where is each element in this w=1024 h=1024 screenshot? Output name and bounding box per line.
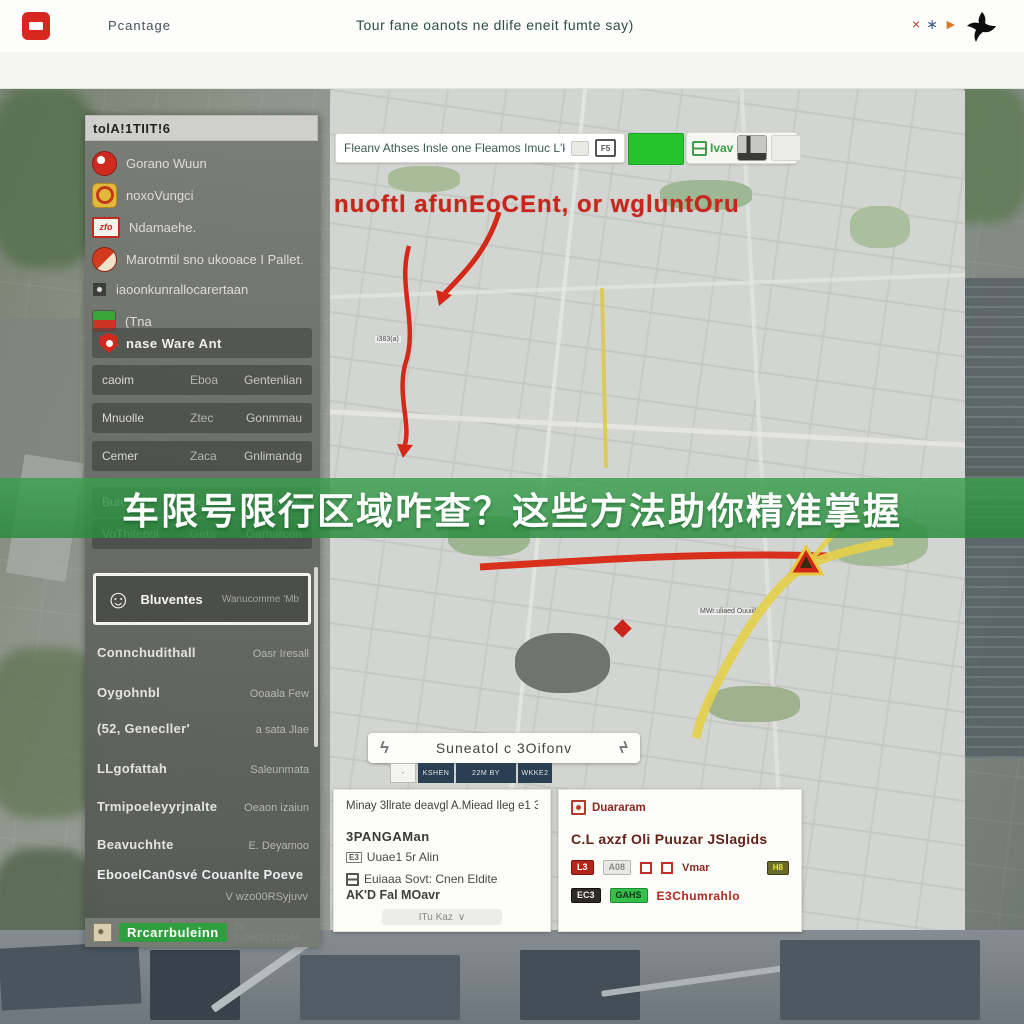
menu-item-label: Ndamaehe. <box>129 220 196 235</box>
red-checkbox-icon[interactable] <box>661 862 673 874</box>
menu-item-label: Gorano Wuun <box>126 156 207 171</box>
brand-label: Pcantage <box>108 18 171 33</box>
segment-button[interactable]: - <box>390 763 416 783</box>
red-ball-icon <box>92 247 117 272</box>
red-circle-icon <box>92 151 117 176</box>
browser-top-bar: Pcantage Tour fane oanots ne dlife eneit… <box>0 0 1024 53</box>
list-item[interactable]: (52, Genecller' a sata Jlae <box>97 721 309 736</box>
tag-icon: E3 <box>346 852 362 863</box>
legend-card-right: Duararam C.L axzf Oli Puuzar JSlagids L3… <box>558 789 802 932</box>
section-header-label: nase Ware Ant <box>126 336 222 351</box>
sidebar-section-header[interactable]: nase Ware Ant <box>92 328 312 358</box>
sidebar-scrollbar[interactable] <box>314 567 318 747</box>
list-item[interactable]: Oygohnbl Ooaala Few <box>97 685 309 700</box>
app-logo-icon[interactable] <box>22 12 50 40</box>
smiley-face-icon: ☺ <box>105 586 132 612</box>
search-option-icon[interactable] <box>571 141 589 156</box>
shield-icon <box>100 333 118 353</box>
sidebar-search-input[interactable]: tolA!1TIIT!6 <box>85 115 318 141</box>
list-item[interactable]: LLgofattah Saleunmata <box>97 761 309 776</box>
status-badge: Rrcarrbuleinn <box>119 923 227 942</box>
legend-label: E3Chumrahlo <box>657 889 741 903</box>
sidebar-footer-note: EbooelCan0své Couanlte Poeve <box>97 867 303 882</box>
restriction-badge[interactable]: L3 <box>571 860 594 875</box>
play-icon[interactable]: ► <box>944 16 958 33</box>
table-row[interactable]: caoim Eboa Gentenlian <box>92 365 312 395</box>
legend-icon <box>571 800 586 815</box>
table-row[interactable]: Mnuolle Ztec Gonmmau <box>92 403 312 433</box>
code-badge[interactable]: A08 <box>603 860 632 875</box>
sidebar-footer-value: V wzo00RSyjuvv <box>225 891 308 903</box>
menu-item-label: (Tna <box>125 314 152 329</box>
app-window: i383(a) MWr.uliaed Ouuiillo nuoftl afunE… <box>0 0 1024 1024</box>
card-subtitle: 3PANGAMan <box>346 829 538 844</box>
route-summary-pill[interactable]: ϟ Suneatol c 3Oifonv ϟ <box>368 733 640 763</box>
card-line: AK'D Fal MOavr <box>346 888 538 902</box>
headline-title: 车限号限行区域咋查？这些方法助你精准掌握 <box>122 481 902 535</box>
green-badge[interactable]: GAHS <box>610 888 648 903</box>
chevron-down-icon: ∨ <box>458 912 465 923</box>
card-line: E3 Uuae1 5r Alin <box>346 850 538 864</box>
thumbnail-icon <box>93 923 112 942</box>
map-overlay-warning-text: nuoftl afunEoCEnt, or wgluntOru <box>334 191 914 219</box>
menu-item-label: Marotmtil sno ukooace I Pallet. <box>126 252 304 267</box>
headline-banner: 车限号限行区域咋查？这些方法助你精准掌握 <box>0 478 1024 538</box>
top-nav-text[interactable]: Tour fane oanots ne dlife eneit fumte sa… <box>356 17 634 33</box>
segment-button[interactable]: WKKE2 <box>518 763 552 783</box>
satellite-toggle-button[interactable] <box>771 135 801 161</box>
bolt-left-icon: ϟ <box>380 738 389 758</box>
secondary-bar <box>0 52 1024 89</box>
segment-button[interactable]: 22M BY <box>456 763 516 783</box>
card-title: Minay 3llrate deavgl A.Miead Ileg e1 3 <box>346 800 538 812</box>
map-street-label: i383(a) <box>375 336 401 343</box>
legend-header: Duararam <box>571 800 789 815</box>
info-card-left: Minay 3llrate deavgl A.Miead Ileg e1 3 3… <box>333 789 551 932</box>
checkbox-icon[interactable] <box>346 873 359 886</box>
segment-button[interactable]: KSHEN <box>418 763 454 783</box>
legend-label: Vmar <box>682 862 710 874</box>
red-checkbox-icon[interactable] <box>640 862 652 874</box>
bird-logo-icon[interactable] <box>962 10 998 44</box>
plate-badge[interactable]: H8 <box>767 861 789 875</box>
legend-row: L3 A08 Vmar H8 <box>571 860 789 875</box>
nav-toggle[interactable]: Ivav <box>692 141 733 156</box>
yellow-badge-icon <box>92 183 117 208</box>
card-line: Euiaaa Sovt: Cnen Eldite <box>346 872 538 886</box>
nav-icon <box>692 141 707 156</box>
bolt-right-icon: ϟ <box>619 738 628 758</box>
segment-toolbar: - KSHEN 22M BY WKKE2 <box>390 763 552 783</box>
map-search-value: Fleanv Athses Insle one Fleamos Imuc L'k… <box>344 141 565 155</box>
sidebar-menu-item[interactable]: noxoVungci <box>92 181 314 209</box>
list-item[interactable]: Connchudithall Oasr Iresall <box>97 645 309 660</box>
star-icon[interactable]: ∗ <box>926 16 938 33</box>
fullscreen-icon[interactable]: F5 <box>595 139 616 157</box>
search-button[interactable] <box>628 133 684 165</box>
sidebar-bottom-row[interactable]: Rrcarrbuleinn 7b 0x960/V111M4 <box>85 918 320 947</box>
map-search-input[interactable]: Fleanv Athses Insle one Fleamos Imuc L'k… <box>335 133 625 163</box>
terrain-toggle-button[interactable] <box>737 135 767 161</box>
sidebar-menu-item[interactable]: Gorano Wuun <box>92 149 314 177</box>
close-icon[interactable]: × <box>912 16 920 33</box>
menu-item-label: noxoVungci <box>126 188 193 203</box>
legend-row: EC3 GAHS E3Chumrahlo <box>571 888 789 903</box>
sidebar-menu-item[interactable]: Marotmtil sno ukooace I Pallet. <box>92 245 314 273</box>
nav-toggle-label: Ivav <box>710 141 733 155</box>
map-layer-toggle-group: Ivav <box>686 132 798 164</box>
legend-heading: C.L axzf Oli Puuzar JSlagids <box>571 831 789 847</box>
top-right-icons: × ∗ ► <box>912 16 958 33</box>
expand-button[interactable]: ITu Kaz ∨ <box>382 909 502 925</box>
stamp-icon: zfo <box>92 217 120 238</box>
table-row[interactable]: Cemer Zaca Gnlimandg <box>92 441 312 471</box>
sidebar-menu-item[interactable]: zfo Ndamaehe. <box>92 213 314 241</box>
dark-badge[interactable]: EC3 <box>571 888 601 903</box>
map-street-label: MWr.uliaed Ouuiillo <box>698 608 762 615</box>
list-item[interactable]: Beavuchhte E. Deyamoo <box>97 837 309 852</box>
list-item[interactable]: Trmipoeleyyrjnalte Oeaon izaiun <box>97 799 309 814</box>
menu-item-label: iaoonkunrallocarertaan <box>116 282 248 297</box>
sidebar-menu-item[interactable]: iaoonkunrallocarertaan <box>92 275 314 303</box>
selected-list-item[interactable]: ☺ Bluventes Wanucomme 'Mb <box>93 573 311 625</box>
small-square-icon <box>92 282 107 297</box>
